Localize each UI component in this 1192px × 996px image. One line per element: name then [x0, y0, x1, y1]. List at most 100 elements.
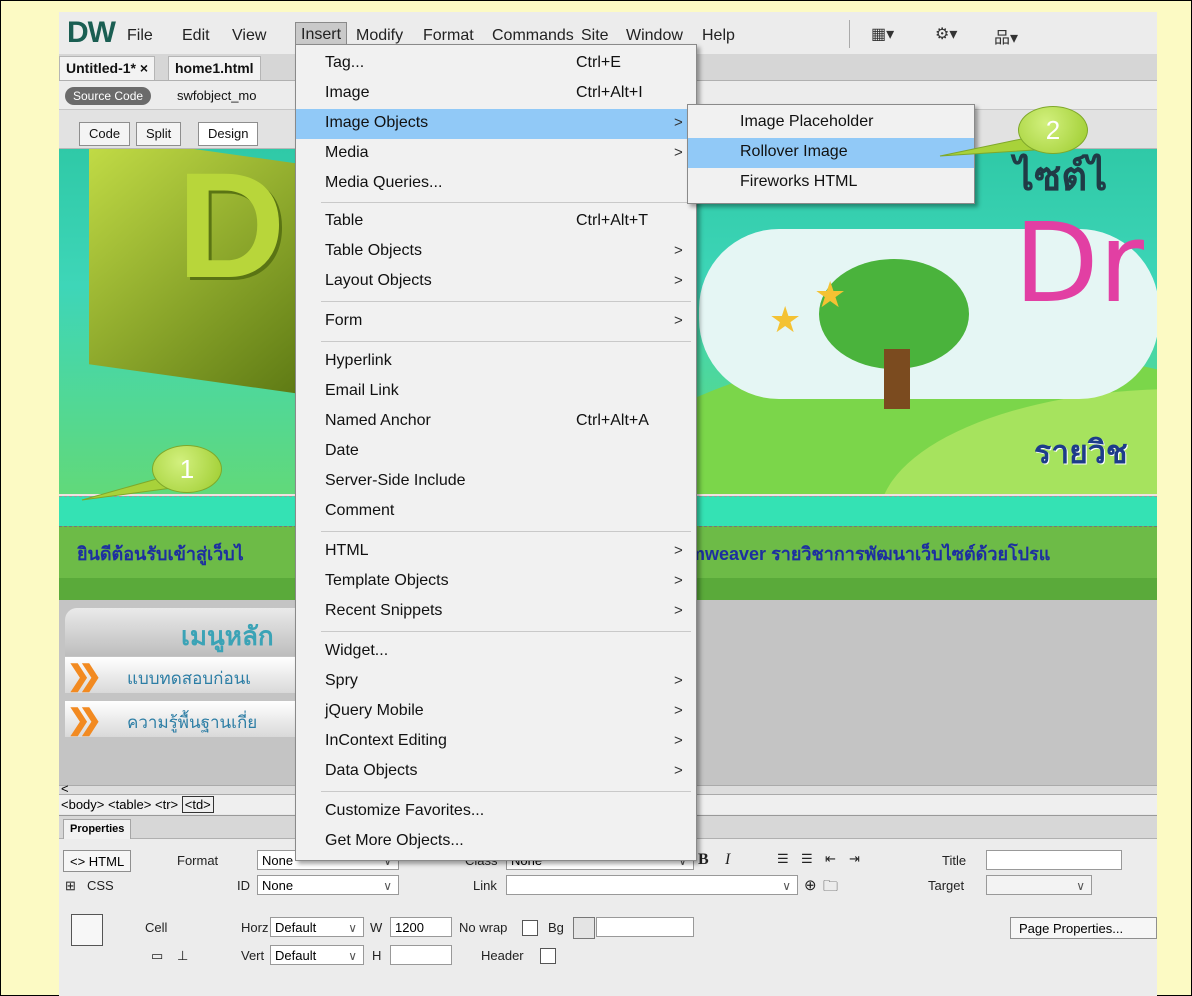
tag-body[interactable]: <body> — [61, 797, 104, 812]
menu-item-spry[interactable]: Spry > — [296, 667, 696, 697]
menu-item-shortcut: Ctrl+Alt+I — [576, 84, 643, 101]
menu-item-media-queries[interactable]: Media Queries... — [296, 169, 696, 199]
menu-item-customize-favorites[interactable]: Customize Favorites... — [296, 797, 696, 827]
menu-row-label: แบบทดสอบก่อนเ — [127, 669, 252, 688]
design-view-button[interactable]: Design — [198, 122, 259, 146]
tag-tr[interactable]: <tr> — [155, 797, 178, 812]
menu-view[interactable]: View — [227, 24, 271, 48]
menu-item-server-side-include[interactable]: Server-Side Include — [296, 467, 696, 497]
horz-select[interactable]: Default ∨ — [270, 917, 364, 937]
tag-td[interactable]: <td> — [181, 796, 214, 813]
menu-row[interactable]: ❯❯ ความรู้พื้นฐานเกี่ย — [65, 701, 325, 737]
submenu-item-fireworks-html[interactable]: Fireworks HTML — [688, 168, 974, 198]
unordered-list-icon[interactable]: ☰ — [777, 851, 789, 867]
code-view-button[interactable]: Code — [79, 122, 131, 146]
menu-item-table-objects[interactable]: Table Objects > — [296, 237, 696, 267]
sitemap-icon[interactable]: 品▾ — [994, 24, 1018, 48]
css-mode-button[interactable]: CSS — [87, 878, 114, 893]
menu-help[interactable]: Help — [697, 24, 740, 48]
menu-file[interactable]: File — [122, 24, 158, 48]
properties-tab[interactable]: Properties — [63, 819, 132, 839]
tab-untitled[interactable]: Untitled-1* × — [59, 56, 156, 80]
chevron-icon: ❯❯ — [67, 704, 102, 735]
menu-item-label: Table — [325, 212, 364, 229]
page-properties-button[interactable]: Page Properties... — [1010, 917, 1157, 939]
indent-icon[interactable]: ⇥ — [849, 851, 860, 867]
menu-item-get-more-objects[interactable]: Get More Objects... — [296, 827, 696, 857]
menu-edit[interactable]: Edit — [177, 24, 215, 48]
submenu-arrow-icon: > — [674, 542, 683, 559]
menu-item-tag[interactable]: Tag... Ctrl+E — [296, 49, 696, 79]
nowrap-label: No wrap — [459, 920, 508, 935]
point-to-file-icon[interactable]: ⊕ — [804, 876, 817, 894]
title-input[interactable] — [986, 850, 1122, 870]
menu-item-hyperlink[interactable]: Hyperlink — [296, 347, 696, 377]
menu-separator — [849, 20, 850, 48]
menu-item-layout-objects[interactable]: Layout Objects > — [296, 267, 696, 297]
title-label: Title — [942, 853, 967, 868]
menu-row[interactable]: ❯❯ แบบทดสอบก่อนเ — [65, 657, 325, 693]
related-file-swfobject[interactable]: swfobject_mo — [177, 88, 256, 103]
dw-cube-letter: D — [177, 149, 286, 309]
layout-icon[interactable]: ▦▾ — [871, 24, 894, 44]
bg-color-input[interactable] — [596, 917, 694, 937]
height-input[interactable] — [390, 945, 452, 965]
menu-item-form[interactable]: Form > — [296, 307, 696, 337]
menu-item-named-anchor[interactable]: Named Anchor Ctrl+Alt+A — [296, 407, 696, 437]
menu-item-image-objects[interactable]: Image Objects > — [296, 109, 696, 139]
chevron-down-icon: ∨ — [348, 949, 357, 963]
menu-item-email-link[interactable]: Email Link — [296, 377, 696, 407]
menu-item-date[interactable]: Date — [296, 437, 696, 467]
menu-heading-box: เมนูหลัก — [65, 608, 315, 656]
submenu-arrow-icon: > — [674, 672, 683, 689]
split-view-button[interactable]: Split — [136, 122, 182, 146]
submenu-item-image-placeholder[interactable]: Image Placeholder — [688, 108, 974, 138]
tab-home1[interactable]: home1.html — [168, 56, 261, 80]
menu-item-comment[interactable]: Comment — [296, 497, 696, 527]
menu-item-recent-snippets[interactable]: Recent Snippets > — [296, 597, 696, 627]
table-cell-icon[interactable]: ▭ — [151, 948, 163, 964]
callout-1: 1 — [152, 445, 222, 493]
width-input[interactable]: 1200 — [390, 917, 452, 937]
source-code-button[interactable]: Source Code — [65, 87, 152, 105]
cell-merge-icon[interactable] — [71, 914, 103, 946]
menu-item-data-objects[interactable]: Data Objects > — [296, 757, 696, 787]
target-select[interactable]: ∨ — [986, 875, 1092, 895]
bold-button[interactable]: B — [698, 851, 709, 869]
width-value: 1200 — [395, 920, 424, 935]
menu-item-media[interactable]: Media > — [296, 139, 696, 169]
tag-table[interactable]: <table> — [108, 797, 151, 812]
italic-button[interactable]: I — [725, 851, 730, 869]
menu-item-shortcut: Ctrl+E — [576, 54, 621, 71]
chevron-down-icon: ∨ — [1076, 879, 1085, 893]
menu-item-widget[interactable]: Widget... — [296, 637, 696, 667]
gear-icon[interactable]: ⚙▾ — [935, 24, 957, 44]
bg-color-swatch[interactable] — [573, 917, 595, 939]
menu-item-label: Media — [325, 144, 369, 161]
id-select[interactable]: None ∨ — [257, 875, 399, 895]
menu-item-image[interactable]: Image Ctrl+Alt+I — [296, 79, 696, 109]
link-input[interactable]: ∨ — [506, 875, 798, 895]
nowrap-checkbox[interactable] — [522, 920, 538, 936]
header-label: Header — [481, 948, 524, 963]
submenu-arrow-icon: > — [674, 144, 683, 161]
chevron-icon: ❯❯ — [67, 660, 102, 691]
menu-item-table[interactable]: Table Ctrl+Alt+T — [296, 207, 696, 237]
outdent-icon[interactable]: ⇤ — [825, 851, 836, 867]
menu-item-label: Server-Side Include — [325, 472, 466, 489]
menu-item-html[interactable]: HTML > — [296, 537, 696, 567]
header-checkbox[interactable] — [540, 948, 556, 964]
ordered-list-icon[interactable]: ☰ — [801, 851, 813, 867]
folder-icon[interactable]: 🗀 — [823, 876, 838, 901]
menu-item-template-objects[interactable]: Template Objects > — [296, 567, 696, 597]
menu-item-jquery-mobile[interactable]: jQuery Mobile > — [296, 697, 696, 727]
menu-divider — [321, 531, 691, 532]
vert-select[interactable]: Default ∨ — [270, 945, 364, 965]
submenu-arrow-icon: > — [674, 572, 683, 589]
menu-item-incontext-editing[interactable]: InContext Editing > — [296, 727, 696, 757]
submenu-item-rollover-image[interactable]: Rollover Image — [688, 138, 974, 168]
split-cell-icon[interactable]: ⊥ — [177, 948, 188, 964]
html-mode-button[interactable]: <> HTML — [63, 850, 132, 872]
chevron-down-icon: ∨ — [782, 879, 791, 893]
menu-item-label: Date — [325, 442, 359, 459]
